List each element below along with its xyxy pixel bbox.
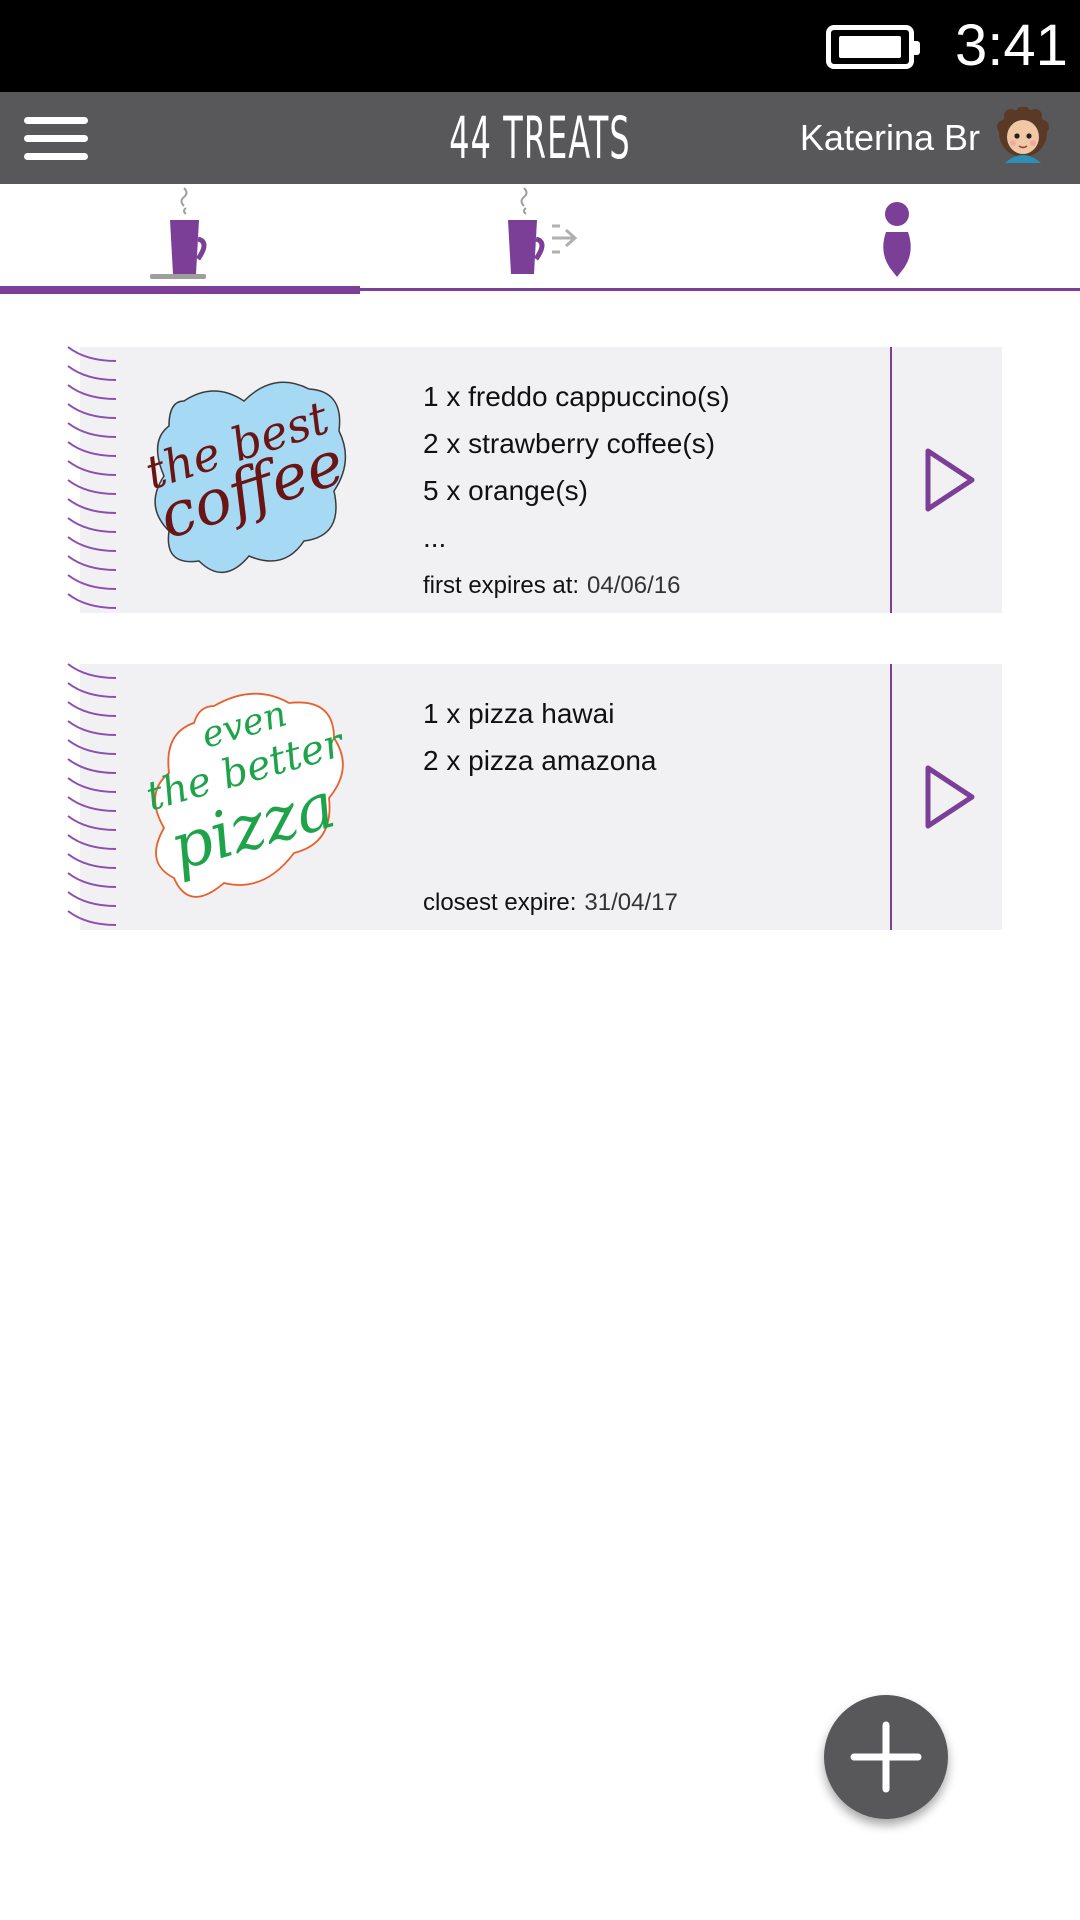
coffee-cup-icon	[150, 187, 207, 279]
treat-card-coffee[interactable]: the best coffee 1 x freddo cappuccino(s)…	[66, 346, 1002, 613]
list-item: 1 x pizza hawai	[423, 698, 615, 729]
hamburger-menu-icon[interactable]	[24, 117, 88, 161]
treat-card-pizza[interactable]: even the better pizza 1 x pizza hawai 2 …	[66, 663, 1002, 930]
card-expiry: closest expire: 31/04/17	[423, 889, 678, 917]
card-divider	[890, 664, 892, 930]
tab-profile[interactable]	[720, 184, 1080, 288]
card-expiry: first expires at: 04/06/16	[423, 572, 680, 600]
tab-bar	[0, 184, 1080, 294]
list-item: 2 x pizza amazona	[423, 745, 657, 776]
list-item: ...	[423, 522, 447, 553]
user-avatar[interactable]	[995, 107, 1051, 163]
list-item: 2 x strawberry coffee(s)	[423, 428, 716, 459]
tab-send-treats[interactable]	[360, 184, 720, 288]
card-divider	[890, 347, 892, 613]
plus-icon	[850, 1721, 922, 1793]
status-time: 3:41	[955, 13, 1068, 78]
user-name[interactable]: Katerina Br	[800, 116, 980, 160]
expiry-date: 04/06/16	[587, 572, 681, 599]
battery-icon	[826, 25, 920, 69]
expiry-date: 31/04/17	[584, 889, 678, 916]
person-icon	[883, 202, 911, 277]
coffee-sticker-logo: the best coffee	[144, 381, 353, 574]
status-bar: 3:41	[0, 0, 1080, 92]
expiry-label: closest expire:	[423, 889, 577, 916]
tab-my-treats[interactable]	[0, 184, 360, 288]
play-arrow-icon[interactable]	[916, 760, 982, 834]
add-treat-button[interactable]	[824, 1695, 948, 1819]
expiry-label: first expires at:	[423, 572, 580, 599]
pizza-sticker-logo: even the better pizza	[144, 692, 351, 898]
card-perforation	[67, 663, 117, 926]
card-perforation	[67, 346, 117, 609]
list-item: 1 x freddo cappuccino(s)	[423, 381, 730, 412]
play-arrow-icon[interactable]	[916, 443, 982, 517]
card-item-list: 1 x freddo cappuccino(s) 2 x strawberry …	[423, 373, 730, 561]
app-title: 44 TREATS	[449, 104, 631, 172]
app-bar: 44 TREATS Katerina Br	[0, 92, 1080, 184]
coffee-send-icon	[508, 187, 578, 274]
tab-selected-indicator	[0, 286, 360, 294]
card-item-list: 1 x pizza hawai 2 x pizza amazona	[423, 690, 656, 784]
list-item: 5 x orange(s)	[423, 475, 588, 506]
